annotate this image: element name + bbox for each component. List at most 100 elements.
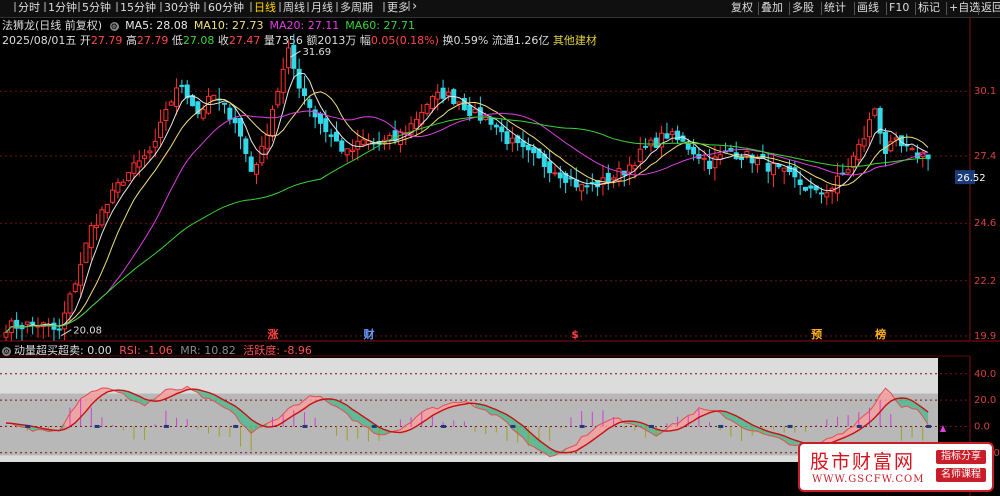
indicator-tick-label: 0.0 <box>974 421 990 432</box>
candle-body <box>493 124 499 128</box>
candle-body <box>190 95 196 107</box>
candle-body <box>174 87 180 108</box>
candle-body <box>78 264 84 286</box>
zero-cross-marker <box>648 424 654 428</box>
current-price-label: 26.52 <box>957 173 986 184</box>
candle-body <box>163 109 169 122</box>
price-tick-label: 22.2 <box>974 276 996 287</box>
candle-body <box>131 162 137 174</box>
ma-line-20 <box>5 110 929 333</box>
candle-body <box>445 91 451 97</box>
candle-body <box>685 142 691 150</box>
event-marker-4[interactable]: 榜 <box>875 327 886 341</box>
candle-body <box>707 160 713 170</box>
candle-body <box>179 84 185 87</box>
indicator-name[interactable]: 动量超买超卖 <box>14 344 80 357</box>
candle-body <box>781 167 787 172</box>
candle-body <box>285 47 291 69</box>
candle-body <box>653 137 659 148</box>
candle-body <box>88 225 94 249</box>
candle-body <box>254 163 260 175</box>
candle-body <box>605 172 611 184</box>
candle-body <box>755 158 761 166</box>
candle-body <box>349 149 355 153</box>
candle-body <box>328 134 334 137</box>
event-marker-3[interactable]: 预 <box>811 327 822 341</box>
candle-body <box>547 161 553 174</box>
candle-body <box>643 145 649 148</box>
candle-body <box>344 148 350 156</box>
candle-body <box>392 130 398 141</box>
candle-body <box>24 321 30 325</box>
indicator-settings-icon[interactable]: ⚙ <box>2 347 11 356</box>
candle-body <box>184 84 190 99</box>
activity-label: 活跃度 <box>243 344 277 357</box>
zero-cross-marker <box>787 424 793 428</box>
watermark-tag-course: 名师课程 <box>936 468 986 482</box>
price-tick-label: 19.9 <box>974 331 996 342</box>
candle-body <box>435 91 441 100</box>
candle-body <box>339 140 345 152</box>
candle-body <box>307 99 313 108</box>
candle-body <box>856 143 862 161</box>
candle-body <box>110 189 116 203</box>
candle-body <box>803 186 808 191</box>
indicator-header: ⚙ 动量超买超卖: 0.00 RSI: -1.06 MR: 10.82 活跃度: … <box>2 343 312 358</box>
candle-body <box>83 242 89 263</box>
zero-cross-marker <box>718 424 724 428</box>
zero-cross-marker <box>579 424 585 428</box>
candle-body <box>227 107 233 120</box>
candle-body <box>818 192 824 195</box>
candle-body <box>499 126 505 133</box>
zero-cross-marker <box>856 424 862 428</box>
candle-body <box>62 312 68 330</box>
candle-body <box>142 155 148 159</box>
candle-body <box>584 185 590 188</box>
candle-body <box>94 224 100 229</box>
candle-body <box>312 109 318 118</box>
candle-body <box>355 140 361 150</box>
candle-body <box>147 150 153 154</box>
zero-cross-marker <box>25 424 31 428</box>
candle-body <box>824 192 830 198</box>
candle-body <box>424 104 430 114</box>
chart-canvas[interactable]: 30.1 27.4 26.52 24.6 22.2 19.9 31.69 20.08 涨 财 $ 预 榜… <box>0 0 1000 496</box>
candle-body <box>845 169 851 174</box>
candle-body <box>765 162 771 172</box>
ma-line-10 <box>5 91 929 333</box>
annotation-label: 20.08 <box>73 326 102 337</box>
indicator-tick-label: 20.0 <box>974 395 996 406</box>
event-marker-0[interactable]: 涨 <box>268 327 279 341</box>
candle-body <box>104 203 110 214</box>
candle-body <box>200 109 206 119</box>
watermark-url: WWW.GSCFW.COM <box>812 474 925 485</box>
candle-body <box>691 146 697 155</box>
candle-body <box>264 134 270 150</box>
candle-body <box>850 155 856 168</box>
candle-body <box>296 68 302 89</box>
candle-body <box>909 148 915 151</box>
price-tick-label: 30.1 <box>974 86 996 97</box>
candle-body <box>573 179 579 188</box>
price-tick-label: 24.6 <box>974 218 996 229</box>
annotation-label: 31.69 <box>302 47 331 58</box>
stock-chart-window: { "timeframe_tabs": ["分时","1分钟","5分钟","1… <box>0 0 1000 496</box>
watermark-title: 股市财富网 <box>810 451 916 473</box>
candle-body <box>477 107 483 121</box>
zero-cross-marker <box>302 424 308 428</box>
zero-cross-marker <box>510 424 516 428</box>
candle-body <box>30 321 36 325</box>
candle-body <box>797 179 803 186</box>
event-marker-2[interactable]: $ <box>571 328 579 341</box>
zero-cross-marker <box>163 424 169 428</box>
candle-body <box>99 209 105 226</box>
candle-body <box>509 137 515 144</box>
candle-body <box>248 156 254 172</box>
candle-body <box>467 104 473 116</box>
candle-body <box>531 147 537 154</box>
candle-body <box>429 95 435 109</box>
event-marker-1[interactable]: 财 <box>362 327 374 341</box>
zero-cross-marker <box>371 424 377 428</box>
candle-body <box>136 160 142 168</box>
indicator-value: : 0.00 <box>80 344 112 357</box>
